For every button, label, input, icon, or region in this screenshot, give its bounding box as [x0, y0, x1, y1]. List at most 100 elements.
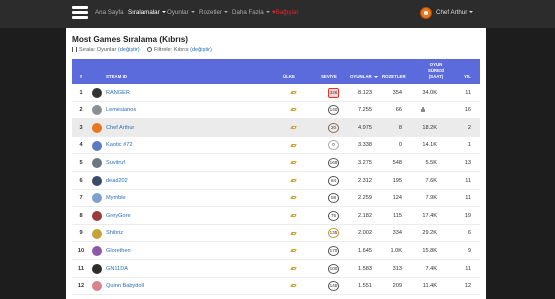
rank-cell: 4: [79, 142, 83, 149]
avatar[interactable]: [92, 281, 102, 292]
hamburger-menu-icon[interactable]: [72, 6, 88, 22]
table-row[interactable]: 12 Quinn Babydoll 145 1.551 209 11.4K 12: [72, 278, 480, 296]
years-count: 12: [464, 283, 471, 290]
playtime-hours: 7.9K: [425, 195, 437, 202]
years-count: 11: [465, 195, 471, 202]
playtime-hours: 15.8K: [422, 247, 437, 254]
badges-count: 1.0K: [390, 247, 402, 254]
header-steam-id[interactable]: STEAM ID: [106, 74, 127, 79]
avatar[interactable]: [92, 105, 102, 116]
header-playtime-line3: (SAAT): [428, 74, 444, 79]
nav-home[interactable]: Ana Sayfa: [95, 9, 124, 16]
user-menu[interactable]: Chef Arthur: [436, 9, 474, 16]
avatar[interactable]: [92, 263, 102, 274]
avatar[interactable]: [92, 140, 102, 151]
sort-line: Sırala: Oyunlar (değiştir): [72, 47, 140, 53]
nav-more[interactable]: Daha Fazla: [232, 9, 270, 16]
avatar[interactable]: [92, 87, 102, 98]
games-count: 3.338: [358, 142, 372, 149]
rank-cell: 1: [79, 89, 83, 96]
header-games[interactable]: OYUNLAR: [350, 74, 378, 79]
rank-cell: 7: [79, 195, 83, 202]
games-count: 7.255: [358, 107, 372, 114]
badges-count: 354: [392, 89, 402, 96]
avatar[interactable]: [92, 246, 102, 257]
nav-rankings[interactable]: Sıralamalar: [128, 9, 166, 16]
level-badge: 135: [328, 228, 339, 239]
steam-name-link[interactable]: Chef Arthur: [106, 125, 134, 131]
nav-donate[interactable]: ♥Bağışlar: [272, 9, 298, 16]
steam-name-link[interactable]: Lemesianos: [106, 107, 136, 113]
badges-count: 0: [398, 142, 402, 149]
playtime-hours: 18.2K: [422, 124, 437, 131]
filter-change-link[interactable]: (değiştir): [190, 47, 212, 53]
header-rank[interactable]: #: [75, 74, 87, 79]
rank-cell: 12: [77, 283, 85, 290]
header-years[interactable]: YIL: [464, 74, 471, 79]
chevron-down-icon: [265, 11, 270, 14]
header-badges[interactable]: ROZETLER: [382, 74, 406, 79]
nav-more-label: Daha Fazla: [232, 9, 264, 16]
table-row[interactable]: 10 Glorethen 170 1.645 1.0K 15.8K 9: [72, 242, 480, 260]
avatar[interactable]: [92, 175, 102, 186]
cyprus-flag-icon: [291, 108, 297, 112]
table-row[interactable]: 3 Chef Arthur 20 4.975 8 18.2K 2: [72, 119, 480, 137]
nav-donate-label: Bağışlar: [275, 9, 299, 16]
table-header: # STEAM ID ÜLKE SEVİYE OYUNLAR ROZETLER …: [72, 59, 480, 84]
sort-change-link[interactable]: (değiştir): [118, 47, 140, 53]
table-row[interactable]: 1 RANGER 326 8.123 354 34.0K 11: [72, 84, 480, 102]
badges-count: 195: [392, 177, 402, 184]
chevron-down-icon: [190, 11, 195, 14]
avatar[interactable]: [92, 228, 102, 239]
cyprus-flag-icon: [291, 144, 297, 148]
table-row[interactable]: 7 Mymble 58 2.259 124 7.9K 11: [72, 190, 480, 208]
badges-count: 209: [392, 283, 402, 290]
steam-name-link[interactable]: Suvitruf: [106, 160, 125, 166]
cyprus-flag-icon: [291, 196, 297, 200]
table-row[interactable]: 2 Lemesianos 140 7.255 66 16: [72, 102, 480, 120]
games-count: 1.583: [358, 265, 372, 272]
avatar[interactable]: [92, 210, 102, 221]
steam-name-link[interactable]: Kaotic #72: [106, 142, 132, 148]
steam-name-link[interactable]: dead202: [106, 178, 128, 184]
lock-icon: [421, 107, 425, 113]
playtime-hours: 11.4K: [422, 283, 437, 290]
filter-label: Filtrele: Kıbrıs: [154, 47, 189, 53]
steam-name-link[interactable]: Mymble: [106, 195, 126, 201]
avatar[interactable]: [92, 158, 102, 169]
steam-name-link[interactable]: GreyGore: [106, 213, 131, 219]
badges-count: 334: [392, 230, 402, 237]
steam-name-link[interactable]: RANGER: [106, 90, 130, 96]
avatar[interactable]: [92, 122, 102, 133]
table-row[interactable]: 11 GN11DA 100 1.583 313 7.4K 11: [72, 260, 480, 278]
table-row[interactable]: 8 GreyGore 75 2.182 115 17.4K 19: [72, 207, 480, 225]
steam-name-link[interactable]: GN11DA: [106, 266, 128, 272]
playtime-hours: 34.0K: [422, 89, 437, 96]
header-country[interactable]: ÜLKE: [283, 74, 295, 79]
cyprus-flag-icon: [291, 179, 297, 183]
nav-games-label: Oyunlar: [167, 9, 189, 16]
table-row[interactable]: 6 dead202 84 2.312 195 7.6K 11: [72, 172, 480, 190]
nav-achievements[interactable]: Rozetler: [199, 9, 229, 16]
steam-name-link[interactable]: Quinn Babydoll: [106, 283, 144, 289]
header-playtime-line1: OYUN: [429, 62, 443, 67]
table-row[interactable]: 9 Shibriz 135 2.002 334 29.2K 6: [72, 225, 480, 243]
steam-name-link[interactable]: Shibriz: [106, 230, 123, 236]
header-playtime[interactable]: OYUN SÜRESİ (SAAT): [422, 62, 450, 80]
steam-name-link[interactable]: Glorethen: [106, 248, 131, 254]
header-level[interactable]: SEVİYE: [321, 74, 337, 79]
table-row[interactable]: 5 Suvitruf 169 3.275 548 5.5K 13: [72, 154, 480, 172]
nav-games[interactable]: Oyunlar: [167, 9, 195, 16]
years-count: 11: [465, 177, 471, 184]
level-badge: 140: [328, 105, 339, 116]
sort-label: Sırala: Oyunlar: [79, 47, 117, 53]
badges-count: 8: [398, 124, 402, 131]
table-row[interactable]: 4 Kaotic #72 0 3.338 0 14.1K 1: [72, 137, 480, 155]
cyprus-flag-icon: [291, 249, 297, 253]
user-avatar[interactable]: [420, 7, 432, 19]
games-count: 2.002: [358, 230, 372, 237]
level-badge: 326: [328, 87, 339, 98]
sort-desc-icon: [373, 75, 378, 78]
cyprus-flag-icon: [291, 232, 297, 236]
avatar[interactable]: [92, 193, 102, 204]
